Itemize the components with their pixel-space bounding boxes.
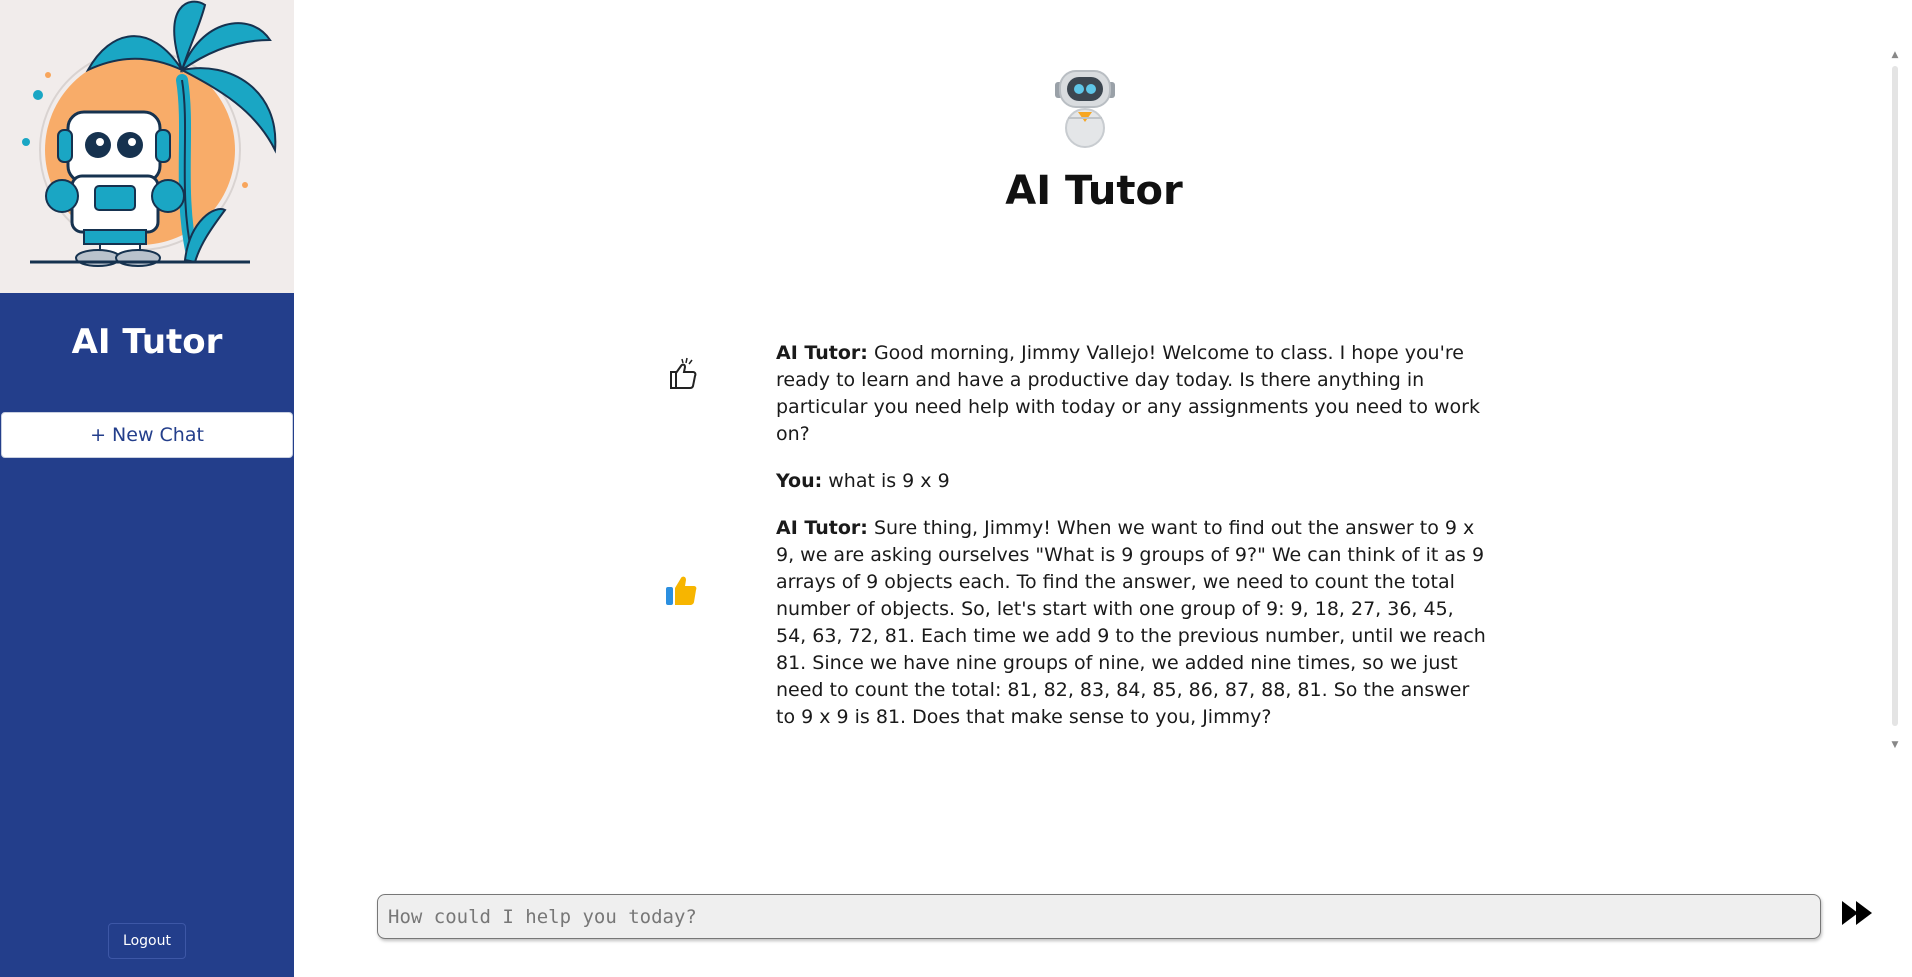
message-text: what is 9 x 9 bbox=[822, 470, 950, 492]
page-title: AI Tutor bbox=[1005, 168, 1183, 214]
chat-input[interactable] bbox=[377, 894, 1821, 939]
new-chat-button[interactable]: + New Chat bbox=[1, 412, 293, 458]
message-speaker: You: bbox=[776, 470, 823, 492]
message-text: Good morning, Jimmy Vallejo! Welcome to … bbox=[776, 342, 1480, 445]
message-speaker: AI Tutor: bbox=[776, 517, 868, 539]
scroll-down-arrow-icon[interactable]: ▼ bbox=[1890, 740, 1900, 750]
robot-palm-illustration bbox=[0, 0, 294, 293]
chat-scrollbar[interactable]: ▲ ▼ bbox=[1888, 50, 1902, 750]
sidebar: AI Tutor + New Chat Logout bbox=[0, 0, 294, 977]
robot-avatar-icon bbox=[1050, 66, 1120, 148]
chat-transcript: AI Tutor: Good morning, Jimmy Vallejo! W… bbox=[776, 340, 1486, 751]
logout-button[interactable]: Logout bbox=[108, 923, 186, 959]
thumbs-up-outline-icon[interactable] bbox=[665, 356, 701, 392]
message-text: Sure thing, Jimmy! When we want to find … bbox=[776, 517, 1486, 728]
scroll-thumb[interactable] bbox=[1892, 66, 1898, 726]
message-ai-greeting: AI Tutor: Good morning, Jimmy Vallejo! W… bbox=[776, 340, 1486, 448]
sidebar-title: AI Tutor bbox=[71, 322, 223, 362]
scroll-up-arrow-icon[interactable]: ▲ bbox=[1890, 50, 1900, 60]
message-ai-answer: AI Tutor: Sure thing, Jimmy! When we wan… bbox=[776, 515, 1486, 731]
message-user: You: what is 9 x 9 bbox=[776, 468, 1486, 495]
thumbs-up-filled-icon[interactable] bbox=[663, 572, 699, 608]
fast-forward-send-icon[interactable] bbox=[1838, 893, 1878, 933]
message-speaker: AI Tutor: bbox=[776, 342, 868, 364]
